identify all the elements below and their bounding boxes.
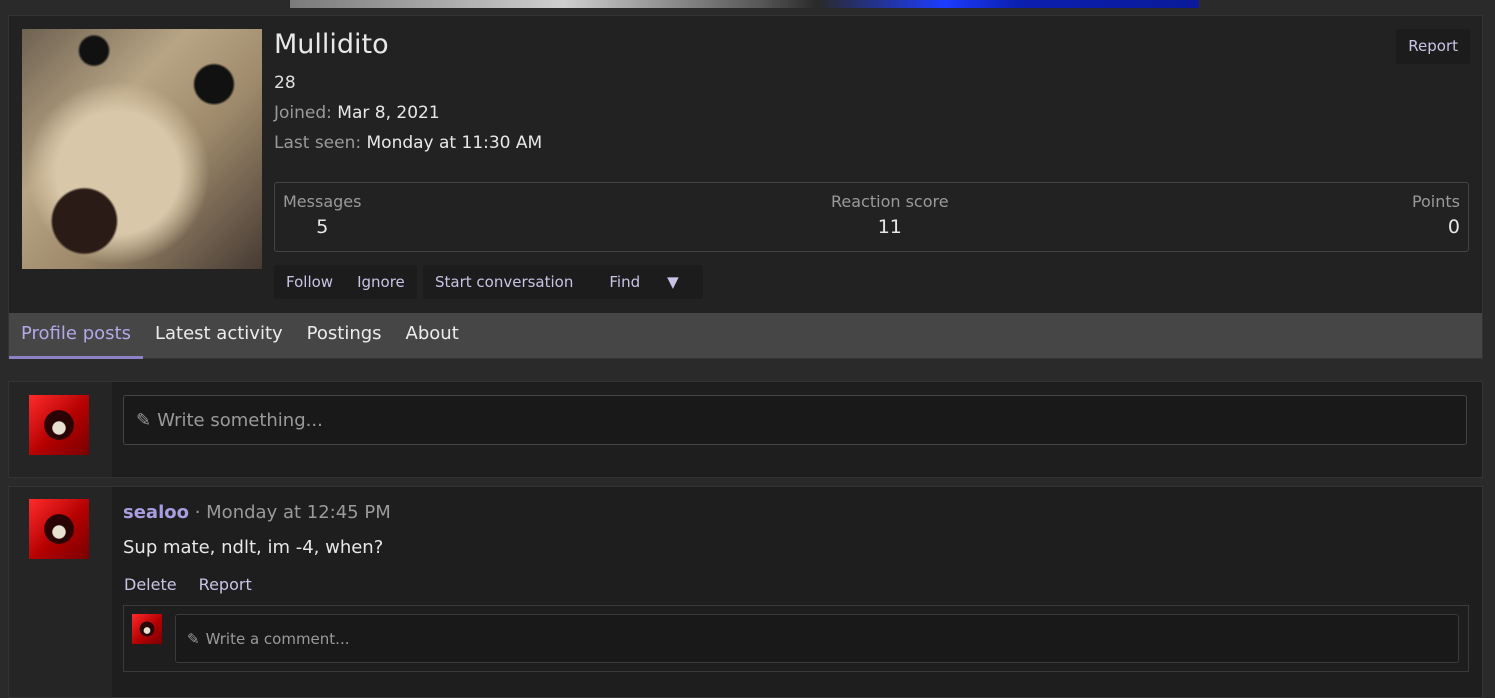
tab-about[interactable]: About xyxy=(394,313,471,356)
joined-row: Joined: Mar 8, 2021 xyxy=(274,103,440,123)
member-header: Mullidito 28 Joined: Mar 8, 2021 Last se… xyxy=(8,15,1483,359)
joined-label: Joined: xyxy=(274,103,332,123)
poster-avatar[interactable] xyxy=(29,499,89,559)
write-something-input[interactable]: ✎ Write something... xyxy=(123,395,1467,445)
profile-avatar[interactable] xyxy=(22,29,262,269)
ignore-button[interactable]: Ignore xyxy=(345,273,417,291)
pencil-icon: ✎ xyxy=(136,410,152,431)
pencil-icon: ✎ xyxy=(187,630,200,648)
profile-post: sealoo · Monday at 12:45 PM Sup mate, nd… xyxy=(8,486,1483,698)
find-menu-button[interactable]: Find ▼ xyxy=(585,273,702,291)
stat-label: Reaction score xyxy=(831,192,949,211)
profile-post-composer: ✎ Write something... xyxy=(8,381,1483,478)
stat-label: Points xyxy=(1411,192,1460,211)
stat-value: 0 xyxy=(1447,216,1460,238)
delete-link[interactable]: Delete xyxy=(124,575,177,594)
stat-reaction-score[interactable]: Reaction score 11 xyxy=(831,192,949,238)
commenter-avatar[interactable] xyxy=(132,614,162,644)
joined-date: Mar 8, 2021 xyxy=(337,103,440,123)
conversation-find-group: Start conversation Find ▼ xyxy=(423,265,703,299)
write-comment-input[interactable]: ✎ Write a comment... xyxy=(175,614,1459,663)
member-stats: Messages 5 Reaction score 11 Points 0 xyxy=(274,182,1469,252)
header-banner xyxy=(290,0,1199,8)
profile-custom-title: 28 xyxy=(274,73,296,93)
tab-profile-posts[interactable]: Profile posts xyxy=(9,313,143,359)
stat-label: Messages xyxy=(283,192,362,211)
start-conversation-button[interactable]: Start conversation xyxy=(423,273,585,291)
find-label: Find xyxy=(609,273,641,291)
last-seen-time: Monday at 11:30 AM xyxy=(366,133,543,153)
post-separator: · xyxy=(188,502,207,523)
caret-down-icon: ▼ xyxy=(667,273,679,291)
last-seen-label: Last seen: xyxy=(274,133,362,153)
profile-tabs: Profile posts Latest activity Postings A… xyxy=(9,313,1482,359)
poster-username[interactable]: sealoo xyxy=(123,502,189,523)
follow-ignore-group: Follow Ignore xyxy=(274,265,417,299)
profile-username: Mullidito xyxy=(274,29,389,60)
current-user-avatar[interactable] xyxy=(29,395,89,455)
stat-points[interactable]: Points 0 xyxy=(1412,192,1460,238)
follow-button[interactable]: Follow xyxy=(274,273,345,291)
report-button[interactable]: Report xyxy=(1396,29,1470,64)
comment-area: ✎ Write a comment... xyxy=(123,605,1469,672)
stat-value: 5 xyxy=(316,216,329,238)
stat-messages[interactable]: Messages 5 xyxy=(283,192,361,238)
post-timestamp[interactable]: Monday at 12:45 PM xyxy=(206,502,391,523)
post-content: Sup mate, ndlt, im -4, when? xyxy=(123,537,384,558)
comment-placeholder: Write a comment... xyxy=(205,630,350,648)
stat-value: 11 xyxy=(877,216,902,238)
tab-latest-activity[interactable]: Latest activity xyxy=(143,313,295,356)
tab-postings[interactable]: Postings xyxy=(295,313,394,356)
last-seen-row: Last seen: Monday at 11:30 AM xyxy=(274,133,542,153)
post-actions: Delete Report xyxy=(124,575,269,594)
report-link[interactable]: Report xyxy=(199,575,252,594)
post-header: sealoo · Monday at 12:45 PM xyxy=(123,502,391,523)
write-placeholder: Write something... xyxy=(157,410,323,431)
